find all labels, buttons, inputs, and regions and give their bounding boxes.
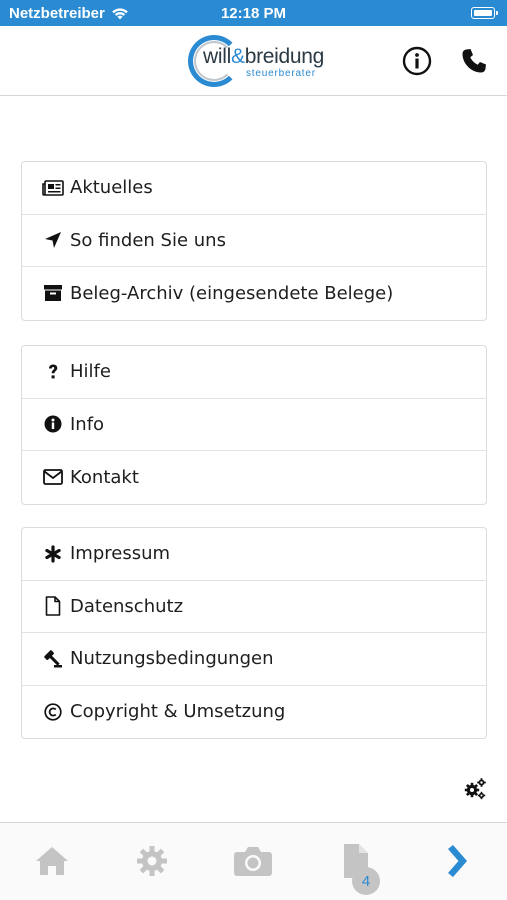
advanced-settings-button[interactable] (463, 777, 487, 801)
phone-icon (462, 49, 486, 73)
logo-subtitle: steuerberater (246, 68, 316, 79)
tab-next[interactable] (436, 841, 476, 881)
menu-group-main: Aktuelles So finden Sie uns Beleg-Archiv… (21, 161, 487, 321)
menu-item-kontakt[interactable]: Kontakt (22, 451, 486, 504)
menu-item-label: Aktuelles (70, 177, 153, 199)
logo-ampersand: & (230, 45, 245, 68)
tab-camera[interactable] (233, 841, 273, 881)
menu-item-impressum[interactable]: Impressum (22, 528, 486, 581)
logo-name-a: will (203, 45, 231, 68)
menu-item-label: Nutzungsbedingungen (70, 648, 274, 670)
info-icon (402, 46, 432, 76)
logo-name-b: breidung (244, 45, 325, 68)
documents-count-badge: 4 (352, 867, 380, 895)
menu-item-label: Kontakt (70, 466, 139, 488)
newspaper-icon (42, 178, 64, 198)
home-icon (36, 847, 68, 875)
menu-item-label: So finden Sie uns (70, 229, 226, 251)
battery-icon (471, 7, 498, 19)
menu-item-label: Beleg-Archiv (eingesendete Belege) (70, 282, 394, 304)
app-header: will&breidung steuerberater (0, 26, 507, 96)
tab-settings[interactable] (132, 841, 172, 881)
menu-item-beleg-archiv[interactable]: Beleg-Archiv (eingesendete Belege) (22, 267, 486, 320)
status-bar: Netzbetreiber 12:18 PM (0, 0, 507, 26)
copyright-icon (42, 702, 64, 722)
asterisk-icon (42, 544, 64, 564)
menu-group-legal: Impressum Datenschutz Nutzungsbedingunge… (21, 527, 487, 739)
cogs-icon (464, 778, 486, 800)
chevron-right-icon (448, 845, 467, 877)
menu-item-label: Datenschutz (70, 595, 184, 617)
archive-box-icon (42, 283, 64, 303)
envelope-icon (42, 467, 64, 487)
menu-item-nutzungsbedingungen[interactable]: Nutzungsbedingungen (22, 633, 486, 686)
info-circle-icon (42, 414, 64, 434)
menu-item-aktuelles[interactable]: Aktuelles (22, 162, 486, 215)
menu-item-so-finden-sie-uns[interactable]: So finden Sie uns (22, 215, 486, 267)
menu-item-copyright[interactable]: Copyright & Umsetzung (22, 686, 486, 739)
menu-item-label: Hilfe (70, 361, 111, 383)
tab-bar: 4 (0, 822, 507, 900)
menu-item-label: Copyright & Umsetzung (70, 701, 286, 723)
location-arrow-icon (42, 230, 64, 250)
menu-item-hilfe[interactable]: Hilfe (22, 346, 486, 399)
gavel-icon (42, 649, 64, 669)
menu-item-datenschutz[interactable]: Datenschutz (22, 581, 486, 633)
call-button[interactable] (459, 46, 489, 76)
clock: 12:18 PM (220, 5, 287, 22)
logo-wordmark: will&breidung (203, 45, 324, 69)
menu-item-label: Info (70, 413, 105, 435)
document-icon (42, 596, 64, 617)
camera-icon (234, 847, 272, 876)
question-icon (42, 362, 64, 382)
menu-item-label: Impressum (70, 543, 171, 565)
menu-item-info[interactable]: Info (22, 399, 486, 451)
tab-home[interactable] (32, 841, 72, 881)
company-logo: will&breidung steuerberater (188, 33, 328, 89)
info-button[interactable] (402, 46, 432, 76)
menu-group-help: Hilfe Info Kontakt (21, 345, 487, 505)
gear-icon (137, 846, 167, 876)
